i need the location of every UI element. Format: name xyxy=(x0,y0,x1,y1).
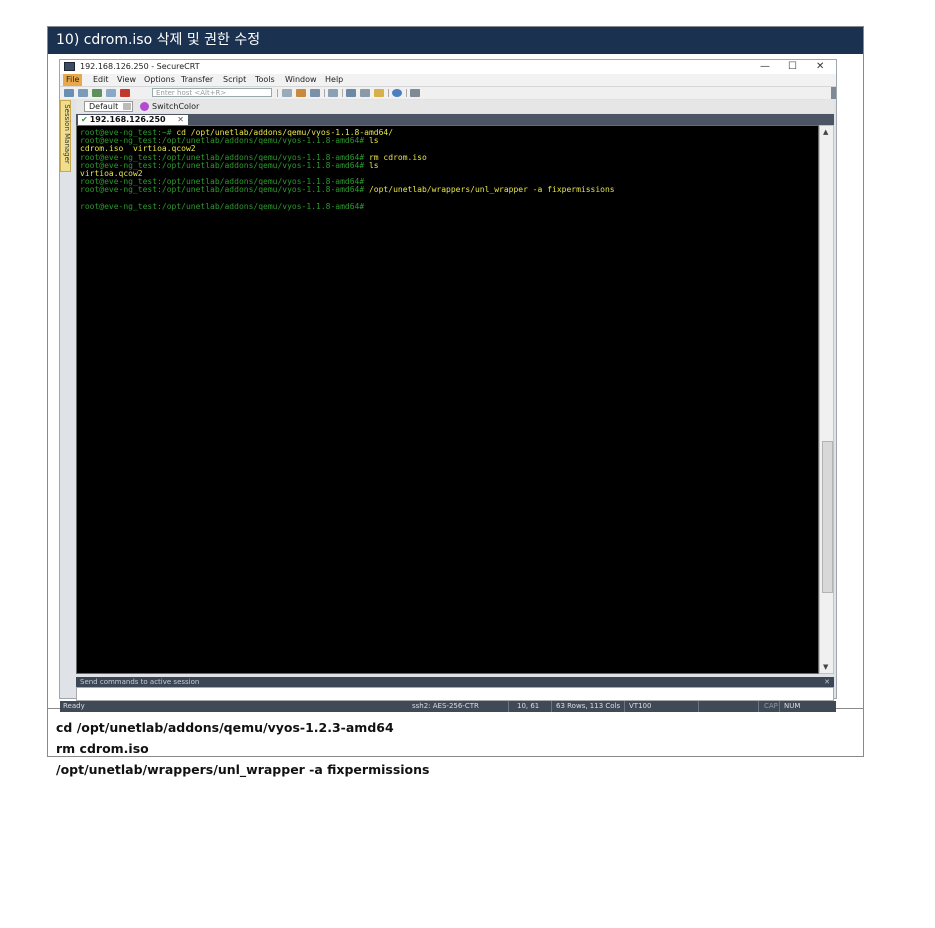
button-bar: Default SwitchColor xyxy=(76,100,834,113)
status-bar: Ready ssh2: AES-256-CTR 10, 61 63 Rows, … xyxy=(60,701,836,712)
status-size: 63 Rows, 113 Cols xyxy=(556,702,621,710)
app-icon xyxy=(64,62,75,71)
status-separator xyxy=(698,701,699,712)
section-header: 10) cdrom.iso 삭제 및 권한 수정 xyxy=(48,27,863,54)
print-icon[interactable] xyxy=(328,89,338,97)
terminal-line: root@eve-ng_test:/opt/unetlab/addons/qem… xyxy=(80,201,818,211)
menu-script[interactable]: Script xyxy=(223,74,246,86)
find-icon[interactable] xyxy=(310,89,320,97)
scroll-down-icon[interactable]: ▼ xyxy=(823,663,828,671)
button-bar-select[interactable]: Default xyxy=(84,101,134,112)
session-tab-label: 192.168.126.250 xyxy=(89,115,166,124)
document-table: 10) cdrom.iso 삭제 및 권한 수정 192.168.126.250… xyxy=(47,26,864,777)
menu-options[interactable]: Options xyxy=(144,74,175,86)
status-ready: Ready xyxy=(63,702,85,710)
note-line-1: cd /opt/unetlab/addons/qemu/vyos-1.2.3-a… xyxy=(56,720,394,735)
key-icon[interactable] xyxy=(374,89,384,97)
scrollbar-thumb[interactable] xyxy=(822,441,833,593)
menu-view[interactable]: View xyxy=(117,74,136,86)
securecrt-window: 192.168.126.250 - SecureCRT — ☐ ✕ File E… xyxy=(59,59,837,712)
menu-transfer[interactable]: Transfer xyxy=(181,74,213,86)
quick-connect-icon[interactable] xyxy=(78,89,88,97)
note-line-3: /opt/unetlab/wrappers/unl_wrapper -a fix… xyxy=(56,762,430,777)
connected-check-icon: ✔ xyxy=(81,115,88,124)
terminal-prompt: root@eve-ng_test:/opt/unetlab/addons/qem… xyxy=(80,201,369,211)
session-manager-tab[interactable]: Session Manager xyxy=(60,100,71,172)
command-input[interactable] xyxy=(76,687,834,701)
close-command-window-icon[interactable]: ✕ xyxy=(824,677,830,687)
toolbar-separator xyxy=(388,89,389,97)
session-tab-strip: ✔ 192.168.126.250 ✕ xyxy=(76,114,834,125)
scroll-up-icon[interactable]: ▲ xyxy=(823,128,828,136)
close-button[interactable]: ✕ xyxy=(816,60,824,74)
session-manager-label: Session Manager xyxy=(63,104,71,164)
switch-color-button[interactable]: SwitchColor xyxy=(152,100,199,113)
menu-tools[interactable]: Tools xyxy=(255,74,275,86)
global-options-icon[interactable] xyxy=(360,89,370,97)
terminal-line: root@eve-ng_test:/opt/unetlab/addons/qem… xyxy=(80,160,818,170)
status-separator xyxy=(758,701,759,712)
close-tab-icon[interactable]: ✕ xyxy=(177,115,184,125)
switch-color-icon xyxy=(140,102,149,111)
paste-icon[interactable] xyxy=(296,89,306,97)
terminal-text: root@eve-ng_test:~# cd /opt/unetlab/addo… xyxy=(77,126,818,211)
note-line-2: rm cdrom.iso xyxy=(56,741,149,756)
maximize-button[interactable]: ☐ xyxy=(788,60,797,74)
connect-tab-icon[interactable] xyxy=(92,89,102,97)
chevron-down-icon[interactable] xyxy=(123,103,132,110)
toolbar-separator xyxy=(342,89,343,97)
status-num: NUM xyxy=(784,702,801,710)
terminal-line: root@eve-ng_test:/opt/unetlab/addons/qem… xyxy=(80,186,818,194)
status-separator xyxy=(508,701,509,712)
toolbar-grip[interactable] xyxy=(831,87,836,99)
session-options-icon[interactable] xyxy=(346,89,356,97)
terminal-prompt: root@eve-ng_test:/opt/unetlab/addons/qem… xyxy=(80,185,369,195)
menu-edit[interactable]: Edit xyxy=(93,74,109,86)
terminal-output[interactable]: root@eve-ng_test:~# cd /opt/unetlab/addo… xyxy=(76,125,819,674)
copy-icon[interactable] xyxy=(282,89,292,97)
menu-bar: File Edit View Options Transfer Script T… xyxy=(60,74,836,86)
reconnect-icon[interactable] xyxy=(106,89,116,97)
host-input[interactable]: Enter host <Alt+R> xyxy=(152,88,272,97)
terminal-command xyxy=(369,202,374,211)
toolbar-separator xyxy=(324,89,325,97)
disconnect-icon[interactable] xyxy=(120,89,130,97)
window-title: 192.168.126.250 - SecureCRT xyxy=(80,62,200,71)
connect-icon[interactable] xyxy=(64,89,74,97)
status-separator xyxy=(551,701,552,712)
status-separator xyxy=(624,701,625,712)
command-notes: cd /opt/unetlab/addons/qemu/vyos-1.2.3-a… xyxy=(56,717,429,780)
screenshot-cell: 192.168.126.250 - SecureCRT — ☐ ✕ File E… xyxy=(48,54,863,712)
send-commands-bar: Send commands to active session ✕ xyxy=(76,677,834,687)
status-caps: CAP xyxy=(764,702,778,710)
status-separator xyxy=(779,701,780,712)
menu-window[interactable]: Window xyxy=(285,74,317,86)
title-bar: 192.168.126.250 - SecureCRT — ☐ ✕ xyxy=(60,60,836,74)
status-cipher: ssh2: AES-256-CTR xyxy=(412,702,479,710)
minimize-button[interactable]: — xyxy=(760,60,770,74)
menu-help[interactable]: Help xyxy=(325,74,343,86)
menu-file[interactable]: File xyxy=(63,74,83,86)
status-cursor: 10, 61 xyxy=(517,702,540,710)
keymap-icon[interactable] xyxy=(410,89,420,97)
terminal-command: ls xyxy=(368,160,379,170)
status-terminal: VT100 xyxy=(629,702,652,710)
terminal-command: /opt/unetlab/wrappers/unl_wrapper -a fix… xyxy=(368,185,615,195)
terminal-command: ls xyxy=(368,136,379,146)
help-icon[interactable] xyxy=(392,89,402,97)
send-commands-label: Send commands to active session xyxy=(80,678,200,686)
toolbar: Enter host <Alt+R> xyxy=(60,86,836,99)
button-bar-select-value: Default xyxy=(89,102,119,111)
terminal-scrollbar[interactable]: ▲ ▼ xyxy=(819,125,834,674)
toolbar-separator xyxy=(406,89,407,97)
toolbar-separator xyxy=(277,89,278,97)
session-tab[interactable]: ✔ 192.168.126.250 ✕ xyxy=(78,115,188,125)
